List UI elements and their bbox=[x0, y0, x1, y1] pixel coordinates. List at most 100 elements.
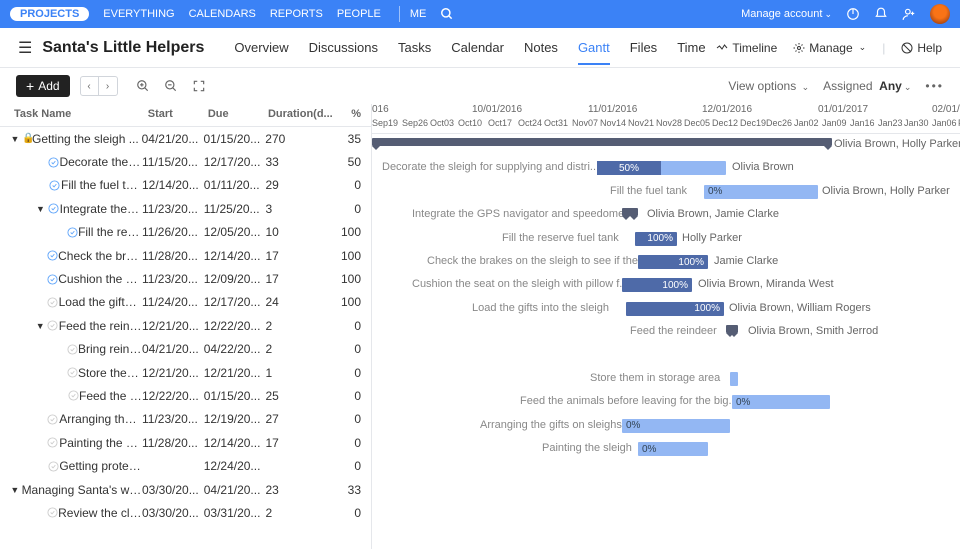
zoom-out-icon[interactable] bbox=[164, 79, 178, 93]
tab-time[interactable]: Time bbox=[677, 30, 705, 65]
tab-discussions[interactable]: Discussions bbox=[309, 30, 378, 65]
date-tick: Jan06 bbox=[932, 118, 957, 128]
tab-calendar[interactable]: Calendar bbox=[451, 30, 504, 65]
date-tick: Oct10 bbox=[458, 118, 482, 128]
task-table: Task Name Start Due Duration(d... % ▼🔒Ge… bbox=[0, 104, 372, 549]
task-name: Integrate the G... bbox=[60, 202, 142, 216]
table-row[interactable]: Fill the reserv...11/26/20...12/05/20...… bbox=[0, 221, 371, 244]
top-nav: PROJECTS EVERYTHING CALENDARS REPORTS PE… bbox=[0, 0, 960, 28]
gantt-bar[interactable] bbox=[622, 208, 638, 216]
gantt-bar[interactable] bbox=[372, 138, 832, 146]
col-due[interactable]: Due bbox=[208, 108, 268, 120]
assignee-label: Olivia Brown, Holly Parker bbox=[822, 185, 950, 197]
assignee-label: Olivia Brown, William Rogers bbox=[729, 302, 871, 314]
col-duration[interactable]: Duration(d... bbox=[268, 108, 336, 120]
search-icon[interactable] bbox=[440, 7, 454, 21]
tab-notes[interactable]: Notes bbox=[524, 30, 558, 65]
table-row[interactable]: ▼Feed the reinde...12/21/20...12/22/20..… bbox=[0, 314, 371, 337]
gantt-bar[interactable]: 100% bbox=[638, 255, 708, 269]
next-icon[interactable]: › bbox=[99, 77, 117, 95]
menu-icon[interactable]: ☰ bbox=[18, 38, 32, 58]
help-button[interactable]: Help bbox=[901, 41, 942, 55]
add-user-icon[interactable] bbox=[902, 7, 916, 21]
caret-icon[interactable]: ▼ bbox=[34, 204, 47, 214]
gantt-bar[interactable]: 100% bbox=[635, 232, 677, 246]
date-tick: Oct31 bbox=[544, 118, 568, 128]
zoom-in-icon[interactable] bbox=[136, 79, 150, 93]
view-options[interactable]: View options ⌄ bbox=[728, 79, 809, 93]
task-status-icon bbox=[47, 203, 60, 214]
caret-icon[interactable]: ▼ bbox=[34, 321, 46, 331]
gantt-task-label: Fill the reserve fuel tank bbox=[502, 232, 619, 244]
gantt-task-label: Painting the sleigh bbox=[542, 442, 632, 454]
tab-gantt[interactable]: Gantt bbox=[578, 30, 610, 65]
col-start[interactable]: Start bbox=[148, 108, 208, 120]
task-name: Load the gifts in... bbox=[59, 295, 142, 309]
date-tick: Dec05 bbox=[684, 118, 710, 128]
nav-people[interactable]: PEOPLE bbox=[337, 8, 381, 20]
table-row[interactable]: Bring reindee...04/21/20...04/22/20...20 bbox=[0, 338, 371, 361]
date-tick: Nov07 bbox=[572, 118, 598, 128]
gantt-toolbar: +Add ‹ › View options ⌄ Assigned Any⌄ ••… bbox=[0, 68, 960, 104]
avatar[interactable] bbox=[930, 4, 950, 24]
timeline-button[interactable]: Timeline bbox=[716, 41, 777, 55]
nav-projects[interactable]: PROJECTS bbox=[10, 7, 89, 21]
gantt-bar[interactable]: 100% bbox=[622, 278, 692, 292]
bell-icon[interactable] bbox=[874, 7, 888, 21]
table-row[interactable]: ▼Integrate the G...11/23/20...11/25/20..… bbox=[0, 197, 371, 220]
manage-account[interactable]: Manage account⌄ bbox=[741, 8, 832, 20]
task-name: Review the clien... bbox=[58, 506, 142, 520]
table-row[interactable]: Review the clien...03/30/20...03/31/20..… bbox=[0, 501, 371, 524]
task-status-icon bbox=[68, 390, 80, 401]
add-button[interactable]: +Add bbox=[16, 75, 70, 97]
col-percent[interactable]: % bbox=[336, 108, 361, 120]
caret-icon[interactable]: ▼ bbox=[8, 134, 22, 144]
table-row[interactable]: Load the gifts in...11/24/20...12/17/20.… bbox=[0, 291, 371, 314]
nav-calendars[interactable]: CALENDARS bbox=[189, 8, 256, 20]
table-row[interactable]: Arranging the g...11/23/20...12/19/20...… bbox=[0, 408, 371, 431]
nav-everything[interactable]: EVERYTHING bbox=[103, 8, 174, 20]
caret-icon[interactable]: ▼ bbox=[8, 485, 22, 495]
gantt-bar[interactable] bbox=[726, 325, 738, 333]
table-row[interactable]: Store them in...12/21/20...12/21/20...10 bbox=[0, 361, 371, 384]
table-row[interactable]: Feed the ani...12/22/20...01/15/20...250 bbox=[0, 384, 371, 407]
gantt-bar[interactable]: 0% bbox=[638, 442, 708, 456]
gantt-bar[interactable]: 0% bbox=[704, 185, 818, 199]
table-row[interactable]: ▼🔒Getting the sleigh ...04/21/20...01/15… bbox=[0, 127, 371, 150]
table-row[interactable]: Check the brake...11/28/20...12/14/20...… bbox=[0, 244, 371, 267]
prev-icon[interactable]: ‹ bbox=[81, 77, 99, 95]
project-bar: ☰ Santa's Little Helpers OverviewDiscuss… bbox=[0, 28, 960, 68]
table-row[interactable]: Getting protecti...12/24/20...0 bbox=[0, 454, 371, 477]
nav-reports[interactable]: REPORTS bbox=[270, 8, 323, 20]
more-icon[interactable]: ••• bbox=[925, 79, 944, 93]
task-status-icon bbox=[47, 437, 60, 448]
col-name[interactable]: Task Name bbox=[14, 108, 148, 120]
manage-button[interactable]: Manage⌄ bbox=[793, 41, 866, 55]
nav-me[interactable]: ME bbox=[410, 8, 427, 20]
table-row[interactable]: Painting the sle...11/28/20...12/14/20..… bbox=[0, 431, 371, 454]
assigned-filter[interactable]: Assigned Any⌄ bbox=[823, 79, 911, 93]
tab-files[interactable]: Files bbox=[630, 30, 657, 65]
month-label: 11/01/2016 bbox=[588, 104, 637, 115]
tab-tasks[interactable]: Tasks bbox=[398, 30, 431, 65]
table-row[interactable]: Decorate the sl...11/15/20...12/17/20...… bbox=[0, 150, 371, 173]
gantt-bar[interactable]: 0% bbox=[732, 395, 830, 409]
task-status-icon bbox=[46, 320, 58, 331]
power-icon[interactable] bbox=[846, 7, 860, 21]
fit-icon[interactable] bbox=[192, 79, 206, 93]
gantt-task-label: Feed the reindeer bbox=[630, 325, 717, 337]
task-status-icon bbox=[67, 367, 78, 378]
table-row[interactable]: ▼Managing Santa's we...03/30/20...04/21/… bbox=[0, 478, 371, 501]
gantt-bar[interactable]: 50% bbox=[597, 161, 726, 175]
task-status-icon bbox=[46, 250, 58, 261]
month-label: 12/01/2016 bbox=[702, 104, 752, 115]
table-row[interactable]: Cushion the sea...11/23/20...12/09/20...… bbox=[0, 267, 371, 290]
month-label: 01/01/2017 bbox=[818, 104, 868, 115]
gantt-chart[interactable]: 01610/01/201611/01/201612/01/201601/01/2… bbox=[372, 104, 960, 549]
gantt-bar[interactable]: 100% bbox=[626, 302, 724, 316]
table-row[interactable]: Fill the fuel tank12/14/20...01/11/20...… bbox=[0, 174, 371, 197]
gantt-bar[interactable] bbox=[730, 372, 738, 386]
task-name: Fill the fuel tank bbox=[61, 178, 142, 192]
gantt-bar[interactable]: 0% bbox=[622, 419, 730, 433]
tab-overview[interactable]: Overview bbox=[234, 30, 288, 65]
